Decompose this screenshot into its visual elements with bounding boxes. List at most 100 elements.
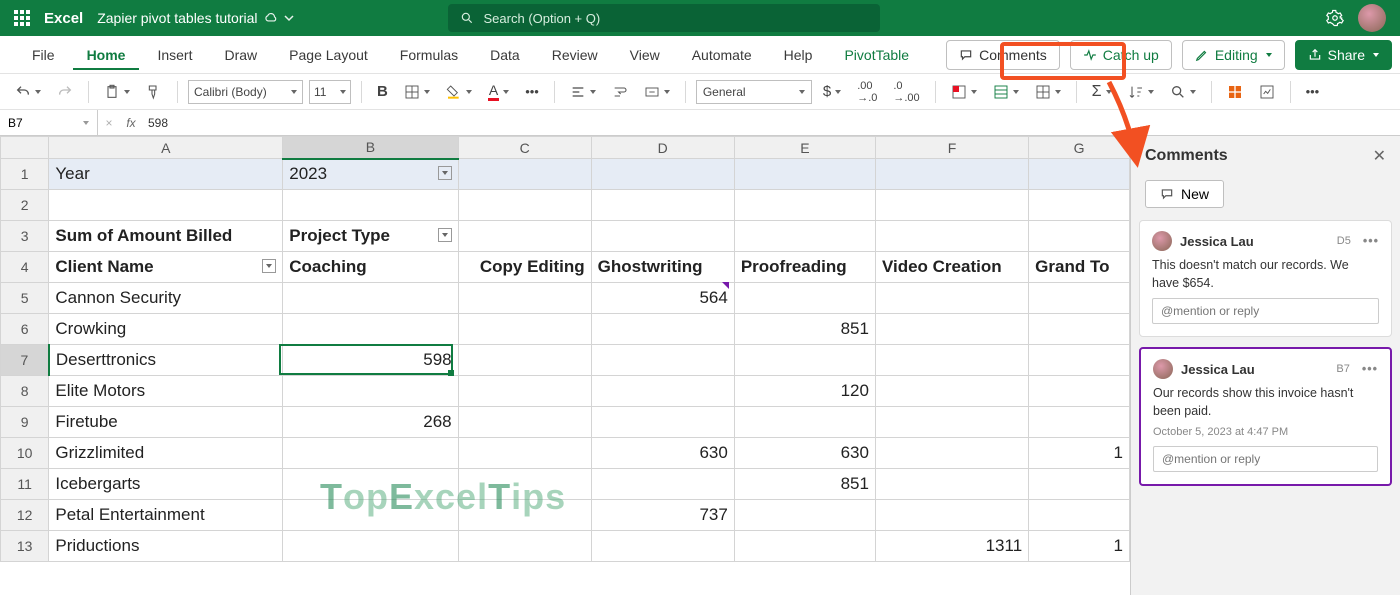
cell[interactable]: Client Name: [49, 252, 283, 283]
cell[interactable]: Grand To: [1029, 252, 1130, 283]
col-header[interactable]: C: [458, 137, 591, 159]
sort-filter-button[interactable]: [1123, 80, 1159, 104]
row-header[interactable]: 7: [1, 345, 49, 376]
cell[interactable]: Grizzlimited: [49, 438, 283, 469]
fx-icon[interactable]: fx: [120, 116, 142, 130]
cells-button[interactable]: [1030, 80, 1066, 104]
tab-view[interactable]: View: [616, 39, 674, 70]
comment-card[interactable]: Jessica Lau D5 ••• This doesn't match ou…: [1139, 220, 1392, 337]
cell[interactable]: Icebergarts: [49, 469, 283, 500]
increase-decimal-button[interactable]: .00→.0: [852, 76, 882, 108]
tab-formulas[interactable]: Formulas: [386, 39, 472, 70]
row-header[interactable]: 11: [1, 469, 49, 500]
font-color-button[interactable]: A: [483, 78, 514, 105]
comments-button[interactable]: Comments: [946, 40, 1060, 70]
cell[interactable]: Ghostwriting: [591, 252, 734, 283]
addins-button[interactable]: [1222, 80, 1248, 104]
merge-button[interactable]: [639, 80, 675, 104]
row-header[interactable]: 4: [1, 252, 49, 283]
row-header[interactable]: 9: [1, 407, 49, 438]
row-header[interactable]: 6: [1, 314, 49, 345]
cell[interactable]: Copy Editing: [458, 252, 591, 283]
decrease-decimal-button[interactable]: .0→.00: [888, 76, 924, 108]
filter-icon[interactable]: [438, 166, 452, 180]
currency-button[interactable]: $: [818, 79, 846, 104]
more-font-button[interactable]: •••: [520, 80, 544, 103]
cell[interactable]: Project Type: [283, 221, 458, 252]
col-header[interactable]: D: [591, 137, 734, 159]
comment-card[interactable]: Jessica Lau B7 ••• Our records show this…: [1139, 347, 1392, 486]
tab-insert[interactable]: Insert: [143, 39, 206, 70]
tab-draw[interactable]: Draw: [210, 39, 271, 70]
tab-file[interactable]: File: [18, 39, 69, 70]
avatar[interactable]: [1358, 4, 1386, 32]
row-header[interactable]: 2: [1, 190, 49, 221]
font-size-select[interactable]: 11: [309, 80, 351, 104]
find-button[interactable]: [1165, 80, 1201, 104]
align-button[interactable]: [565, 80, 601, 104]
cell[interactable]: 630: [591, 438, 734, 469]
borders-button[interactable]: [399, 80, 435, 104]
col-header[interactable]: B: [283, 137, 458, 159]
tab-pivottable[interactable]: PivotTable: [830, 39, 923, 70]
cell[interactable]: Firetube: [49, 407, 283, 438]
cell-active[interactable]: 598: [283, 345, 458, 376]
bold-button[interactable]: B: [372, 79, 393, 104]
cell[interactable]: Deserttronics: [49, 345, 283, 376]
cell[interactable]: Coaching: [283, 252, 458, 283]
col-header[interactable]: F: [875, 137, 1028, 159]
new-comment-button[interactable]: New: [1145, 180, 1224, 208]
cell[interactable]: 630: [734, 438, 875, 469]
tab-page-layout[interactable]: Page Layout: [275, 39, 382, 70]
autosum-button[interactable]: Σ: [1087, 79, 1117, 105]
cell[interactable]: 1311: [875, 531, 1028, 562]
cell[interactable]: Proofreading: [734, 252, 875, 283]
redo-button[interactable]: [52, 80, 78, 104]
cell[interactable]: 564: [591, 283, 734, 314]
filter-icon[interactable]: [262, 259, 276, 273]
cell[interactable]: Crowking: [49, 314, 283, 345]
fill-color-button[interactable]: [441, 80, 477, 104]
more-icon[interactable]: •••: [1363, 234, 1379, 248]
tab-review[interactable]: Review: [538, 39, 612, 70]
cell[interactable]: Year: [49, 159, 283, 190]
cell[interactable]: 120: [734, 376, 875, 407]
col-header[interactable]: E: [734, 137, 875, 159]
search-input[interactable]: Search (Option + Q): [448, 4, 880, 32]
reply-input[interactable]: [1152, 298, 1379, 324]
file-name[interactable]: Zapier pivot tables tutorial: [97, 10, 293, 26]
share-button[interactable]: Share: [1295, 40, 1392, 70]
editing-button[interactable]: Editing: [1182, 40, 1285, 70]
app-launcher-icon[interactable]: [14, 10, 30, 26]
formula-input[interactable]: 598: [142, 116, 168, 130]
cell[interactable]: 2023: [283, 159, 458, 190]
analyze-button[interactable]: [1254, 80, 1280, 104]
cell[interactable]: 268: [283, 407, 458, 438]
conditional-format-button[interactable]: [946, 80, 982, 104]
format-table-button[interactable]: [988, 80, 1024, 104]
font-select[interactable]: Calibri (Body): [188, 80, 303, 104]
filter-icon[interactable]: [438, 228, 452, 242]
tab-data[interactable]: Data: [476, 39, 534, 70]
cell[interactable]: Elite Motors: [49, 376, 283, 407]
catchup-button[interactable]: Catch up: [1070, 40, 1172, 70]
wrap-text-button[interactable]: [607, 80, 633, 104]
close-icon[interactable]: ✕: [1373, 146, 1386, 166]
format-painter-button[interactable]: [141, 80, 167, 104]
cell[interactable]: 1: [1029, 438, 1130, 469]
cell[interactable]: Sum of Amount Billed: [49, 221, 283, 252]
more-toolbar-button[interactable]: •••: [1301, 80, 1325, 103]
tab-automate[interactable]: Automate: [678, 39, 766, 70]
row-header[interactable]: 8: [1, 376, 49, 407]
cell[interactable]: 1: [1029, 531, 1130, 562]
select-all-corner[interactable]: [1, 137, 49, 159]
column-headers[interactable]: A B C D E F G: [1, 137, 1130, 159]
name-box[interactable]: B7: [0, 110, 98, 135]
cell[interactable]: Priductions: [49, 531, 283, 562]
row-header[interactable]: 3: [1, 221, 49, 252]
col-header[interactable]: G: [1029, 137, 1130, 159]
undo-button[interactable]: [10, 80, 46, 104]
cell[interactable]: Petal Entertainment: [49, 500, 283, 531]
col-header[interactable]: A: [49, 137, 283, 159]
tab-help[interactable]: Help: [770, 39, 827, 70]
